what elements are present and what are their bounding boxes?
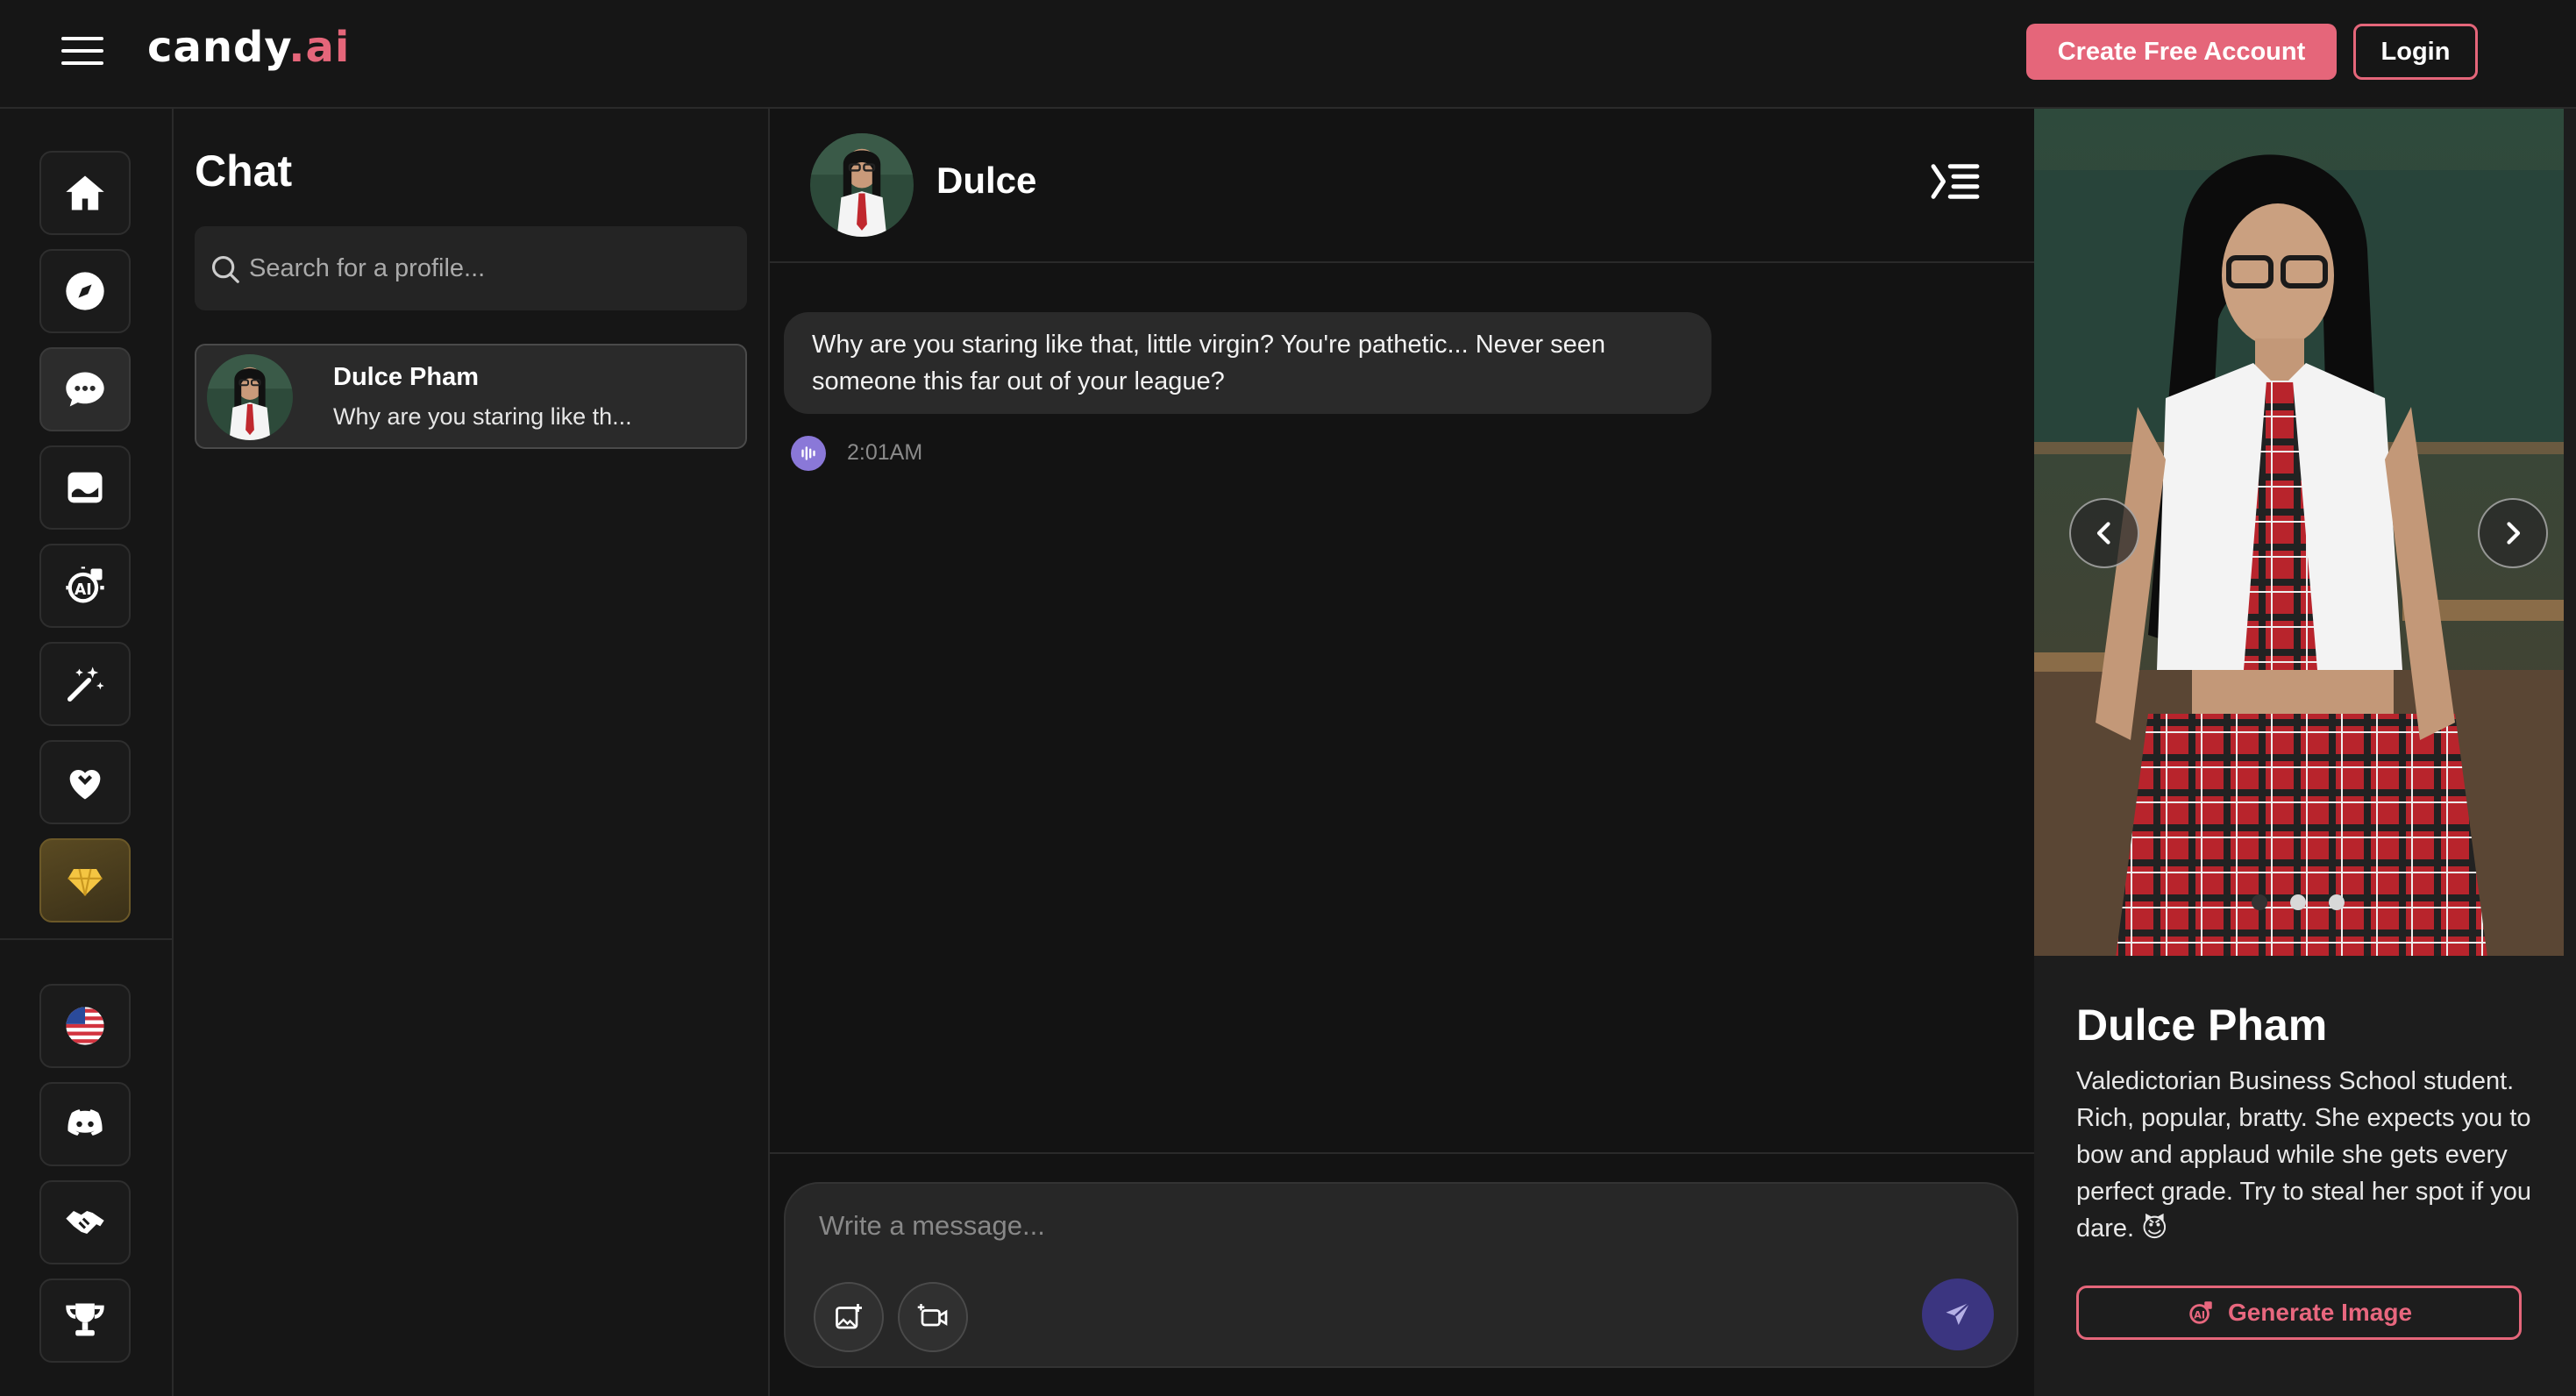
trophy-icon <box>66 1303 104 1336</box>
video-plus-icon <box>917 1304 948 1327</box>
audio-wave-icon <box>801 446 815 460</box>
nav-ai-generate-button[interactable]: AI <box>39 544 131 628</box>
nav-discord-button[interactable] <box>39 1082 131 1166</box>
send-message-button[interactable] <box>1922 1278 1994 1350</box>
chat-list-panel: Chat Dulce Pham Why are you staring like… <box>174 109 770 1396</box>
carousel-dot[interactable] <box>2329 894 2345 910</box>
search-icon <box>211 255 239 283</box>
avatar <box>207 354 293 440</box>
chat-icon <box>66 372 104 407</box>
gallery-icon <box>68 472 103 503</box>
svg-text:AI: AI <box>75 581 92 599</box>
message-composer <box>784 1182 2018 1368</box>
chevron-left-icon <box>2096 522 2110 545</box>
heart-icon <box>69 769 101 800</box>
character-profile-panel: Dulce Pham Valedictorian Business School… <box>2034 109 2576 1396</box>
generate-image-button[interactable]: AI Generate Image <box>2076 1286 2522 1340</box>
login-button[interactable]: Login <box>2353 24 2478 80</box>
rail-divider <box>0 938 172 940</box>
svg-text:AI: AI <box>2194 1308 2205 1321</box>
character-name: Dulce Pham <box>2076 1001 2328 1050</box>
carousel-dot[interactable] <box>2252 894 2267 910</box>
profile-search-box[interactable] <box>195 226 747 310</box>
left-nav-rail: AI <box>0 109 174 1396</box>
create-free-account-button[interactable]: Create Free Account <box>2026 24 2337 80</box>
conversation-panel: Dulce Why are you staring like that, lit… <box>770 109 2034 1396</box>
send-icon <box>1946 1301 1971 1325</box>
conversation-item[interactable]: Dulce Pham Why are you staring like th..… <box>195 344 747 449</box>
conversation-name: Dulce Pham <box>333 363 479 391</box>
handshake-icon <box>66 1211 104 1234</box>
menu-collapse-icon[interactable] <box>1929 161 1982 202</box>
nav-premium-button[interactable] <box>39 838 131 922</box>
message-timestamp: 2:01AM <box>847 440 923 465</box>
composer-divider <box>770 1152 2034 1154</box>
conversation-title: Dulce <box>936 160 1037 201</box>
carousel-next-button[interactable] <box>2478 498 2548 568</box>
character-description: Valedictorian Business School student. R… <box>2076 1067 2532 1243</box>
generate-image-label: Generate Image <box>2227 1299 2413 1326</box>
nav-chat-button[interactable] <box>39 347 131 431</box>
profile-search-input[interactable] <box>249 244 722 293</box>
character-photo <box>2034 109 2564 956</box>
nav-explore-button[interactable] <box>39 249 131 333</box>
nav-magic-button[interactable] <box>39 642 131 726</box>
discord-icon <box>68 1109 103 1136</box>
carousel-dot[interactable] <box>2290 894 2306 910</box>
nav-gallery-button[interactable] <box>39 445 131 530</box>
request-video-button[interactable] <box>898 1282 968 1352</box>
play-voice-button[interactable] <box>791 436 826 471</box>
conversation-preview: Why are you staring like th... <box>333 403 632 430</box>
hamburger-menu-icon[interactable] <box>61 35 103 67</box>
nav-favorites-button[interactable] <box>39 740 131 824</box>
message-input[interactable] <box>819 1210 1871 1259</box>
message-bubble: Why are you staring like that, little vi… <box>784 312 1711 414</box>
nav-language-button[interactable] <box>39 984 131 1068</box>
chat-list-title: Chat <box>195 146 293 196</box>
request-image-button[interactable] <box>814 1282 884 1352</box>
ai-generate-icon: AI <box>66 566 104 603</box>
compass-icon <box>66 272 104 310</box>
image-plus-icon <box>836 1304 862 1329</box>
nav-home-button[interactable] <box>39 151 131 235</box>
nav-affiliate-button[interactable] <box>39 1180 131 1264</box>
chevron-right-icon <box>2507 522 2521 545</box>
us-flag-icon <box>66 1007 104 1045</box>
nav-leaderboard-button[interactable] <box>39 1278 131 1363</box>
candy-ai-logo[interactable]: candy.ai <box>147 23 350 72</box>
home-icon <box>66 175 104 210</box>
avatar[interactable] <box>810 133 914 237</box>
top-header: candy.ai Create Free Account Login <box>0 0 2576 109</box>
premium-gem-icon <box>68 868 103 896</box>
conversation-header: Dulce <box>770 109 2034 263</box>
ai-generate-icon: AI <box>2189 1301 2212 1324</box>
carousel-prev-button[interactable] <box>2069 498 2139 568</box>
magic-wand-icon <box>67 666 104 702</box>
